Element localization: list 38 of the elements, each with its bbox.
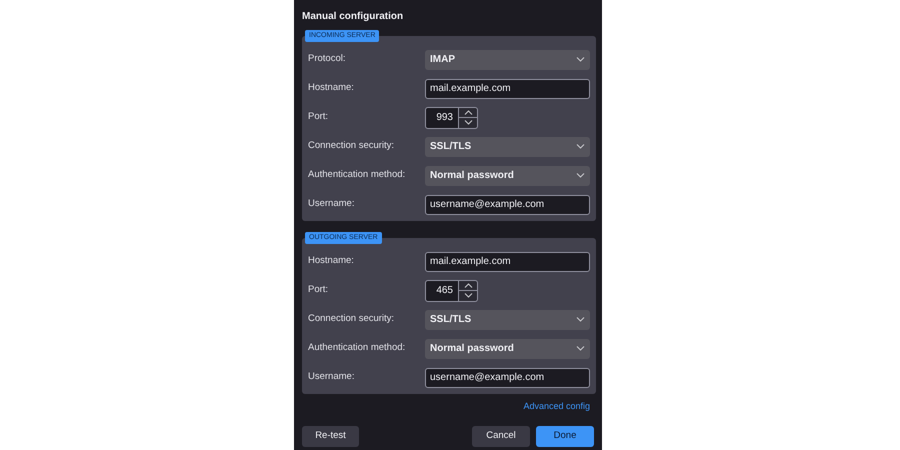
field-label: Hostname:	[308, 254, 354, 268]
dropdown[interactable]: Normal password	[425, 338, 590, 358]
field-label: Port:	[308, 283, 328, 298]
dropdown[interactable]: Normal password	[425, 166, 590, 186]
chevron-up-icon	[464, 110, 472, 115]
field-label: Username:	[308, 370, 354, 384]
dialog-title: Manual configuration	[302, 10, 404, 24]
field-label: Protocol:	[308, 52, 346, 66]
field-label: Connection security:	[308, 139, 394, 154]
chevron-up-icon	[464, 282, 472, 288]
advanced-config-link[interactable]: Advanced config	[523, 400, 590, 414]
chevron-down-icon	[464, 293, 472, 298]
chevron-down-icon	[576, 173, 585, 178]
done-button[interactable]: Done	[536, 426, 594, 447]
chevron-down-icon	[464, 120, 472, 126]
chevron-down-icon	[576, 144, 585, 149]
dropdown[interactable]: SSL/TLS	[425, 136, 590, 156]
field-label: Connection security:	[308, 312, 394, 326]
dropdown[interactable]: IMAP	[425, 50, 590, 70]
text-input[interactable]: mail.example.com	[425, 252, 590, 272]
text-input[interactable]: mail.example.com	[425, 78, 590, 98]
field-label: Authentication method:	[308, 341, 406, 356]
field-label: Authentication method:	[308, 168, 406, 182]
text-input[interactable]: username@example.com	[425, 194, 590, 214]
field-label: Username:	[308, 197, 354, 212]
field-label: Port:	[308, 110, 328, 124]
chevron-down-icon	[576, 317, 585, 322]
text-input[interactable]: username@example.com	[425, 368, 590, 388]
cancel-button[interactable]: Cancel	[472, 426, 530, 447]
chevron-down-icon	[576, 346, 585, 351]
chevron-down-icon	[576, 57, 585, 62]
port-input[interactable]: 993	[425, 106, 459, 128]
port-input[interactable]: 465	[425, 280, 459, 302]
field-label: Hostname:	[308, 81, 354, 96]
increment-button[interactable]	[459, 108, 477, 118]
increment-button[interactable]	[459, 280, 477, 291]
dropdown[interactable]: SSL/TLS	[425, 310, 590, 330]
retest-button[interactable]: Re-test	[302, 426, 359, 447]
